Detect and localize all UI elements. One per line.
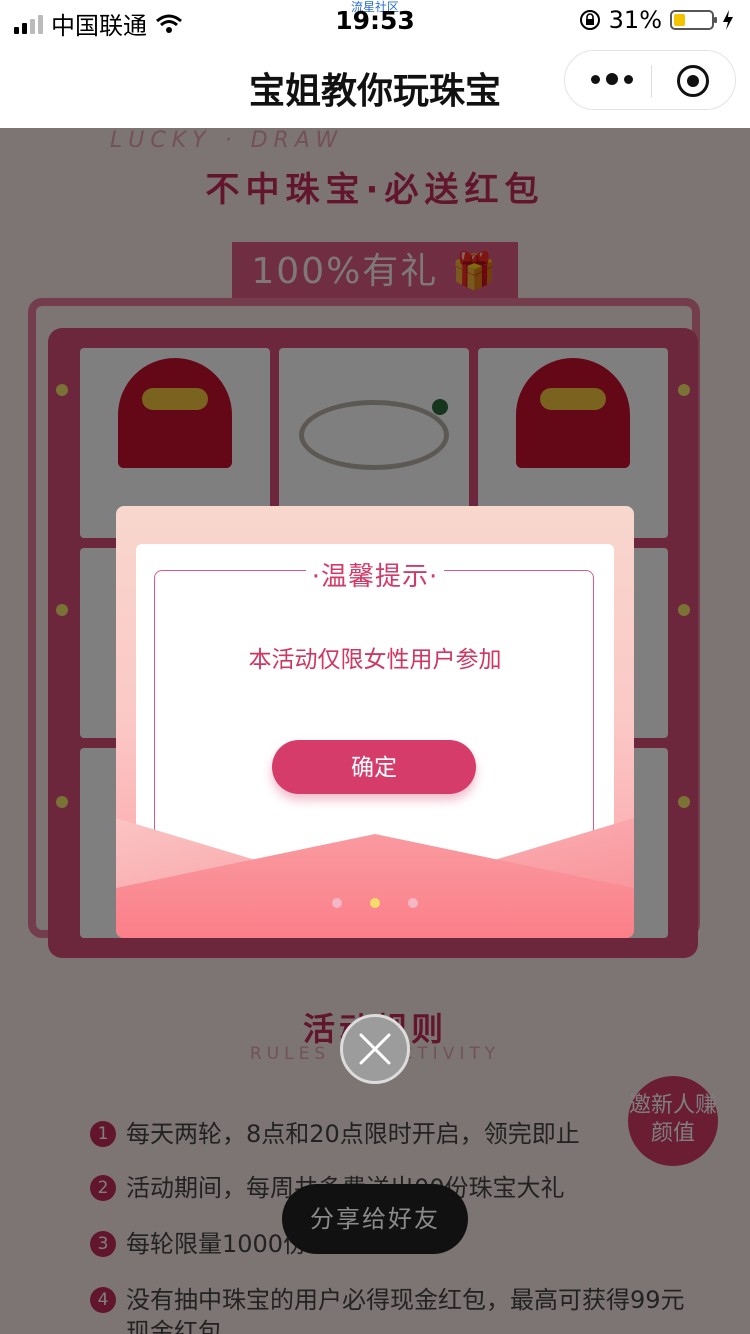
close-miniprogram-icon[interactable] [677,65,709,97]
capsule-divider [651,65,652,97]
close-modal-button[interactable] [340,1014,410,1084]
status-bar: 流星社区 中国联通 19:53 31% [0,0,750,40]
charging-icon [723,10,733,30]
modal-title-wrap: ·温馨提示· [136,556,614,593]
share-button[interactable]: 分享给好友 [282,1184,468,1254]
close-icon [359,1033,391,1065]
battery-icon [670,10,717,30]
rotation-lock-icon [579,10,600,30]
pager-dot [332,898,342,908]
envelope-flap [116,818,634,938]
pager-dot-active [370,898,380,908]
pager-dots [116,898,634,908]
modal-title: ·温馨提示· [305,556,445,593]
notice-modal: ·温馨提示· 本活动仅限女性用户参加 确定 [116,506,634,938]
modal-message: 本活动仅限女性用户参加 [248,647,502,673]
confirm-button[interactable]: 确定 [272,740,476,794]
nav-bar: 宝姐教你玩珠宝 [0,40,750,128]
battery-percent: 31% [608,6,662,34]
status-right: 31% [579,6,734,34]
more-icon[interactable] [591,73,633,85]
pager-dot [408,898,418,908]
mini-program-capsule [564,50,736,110]
